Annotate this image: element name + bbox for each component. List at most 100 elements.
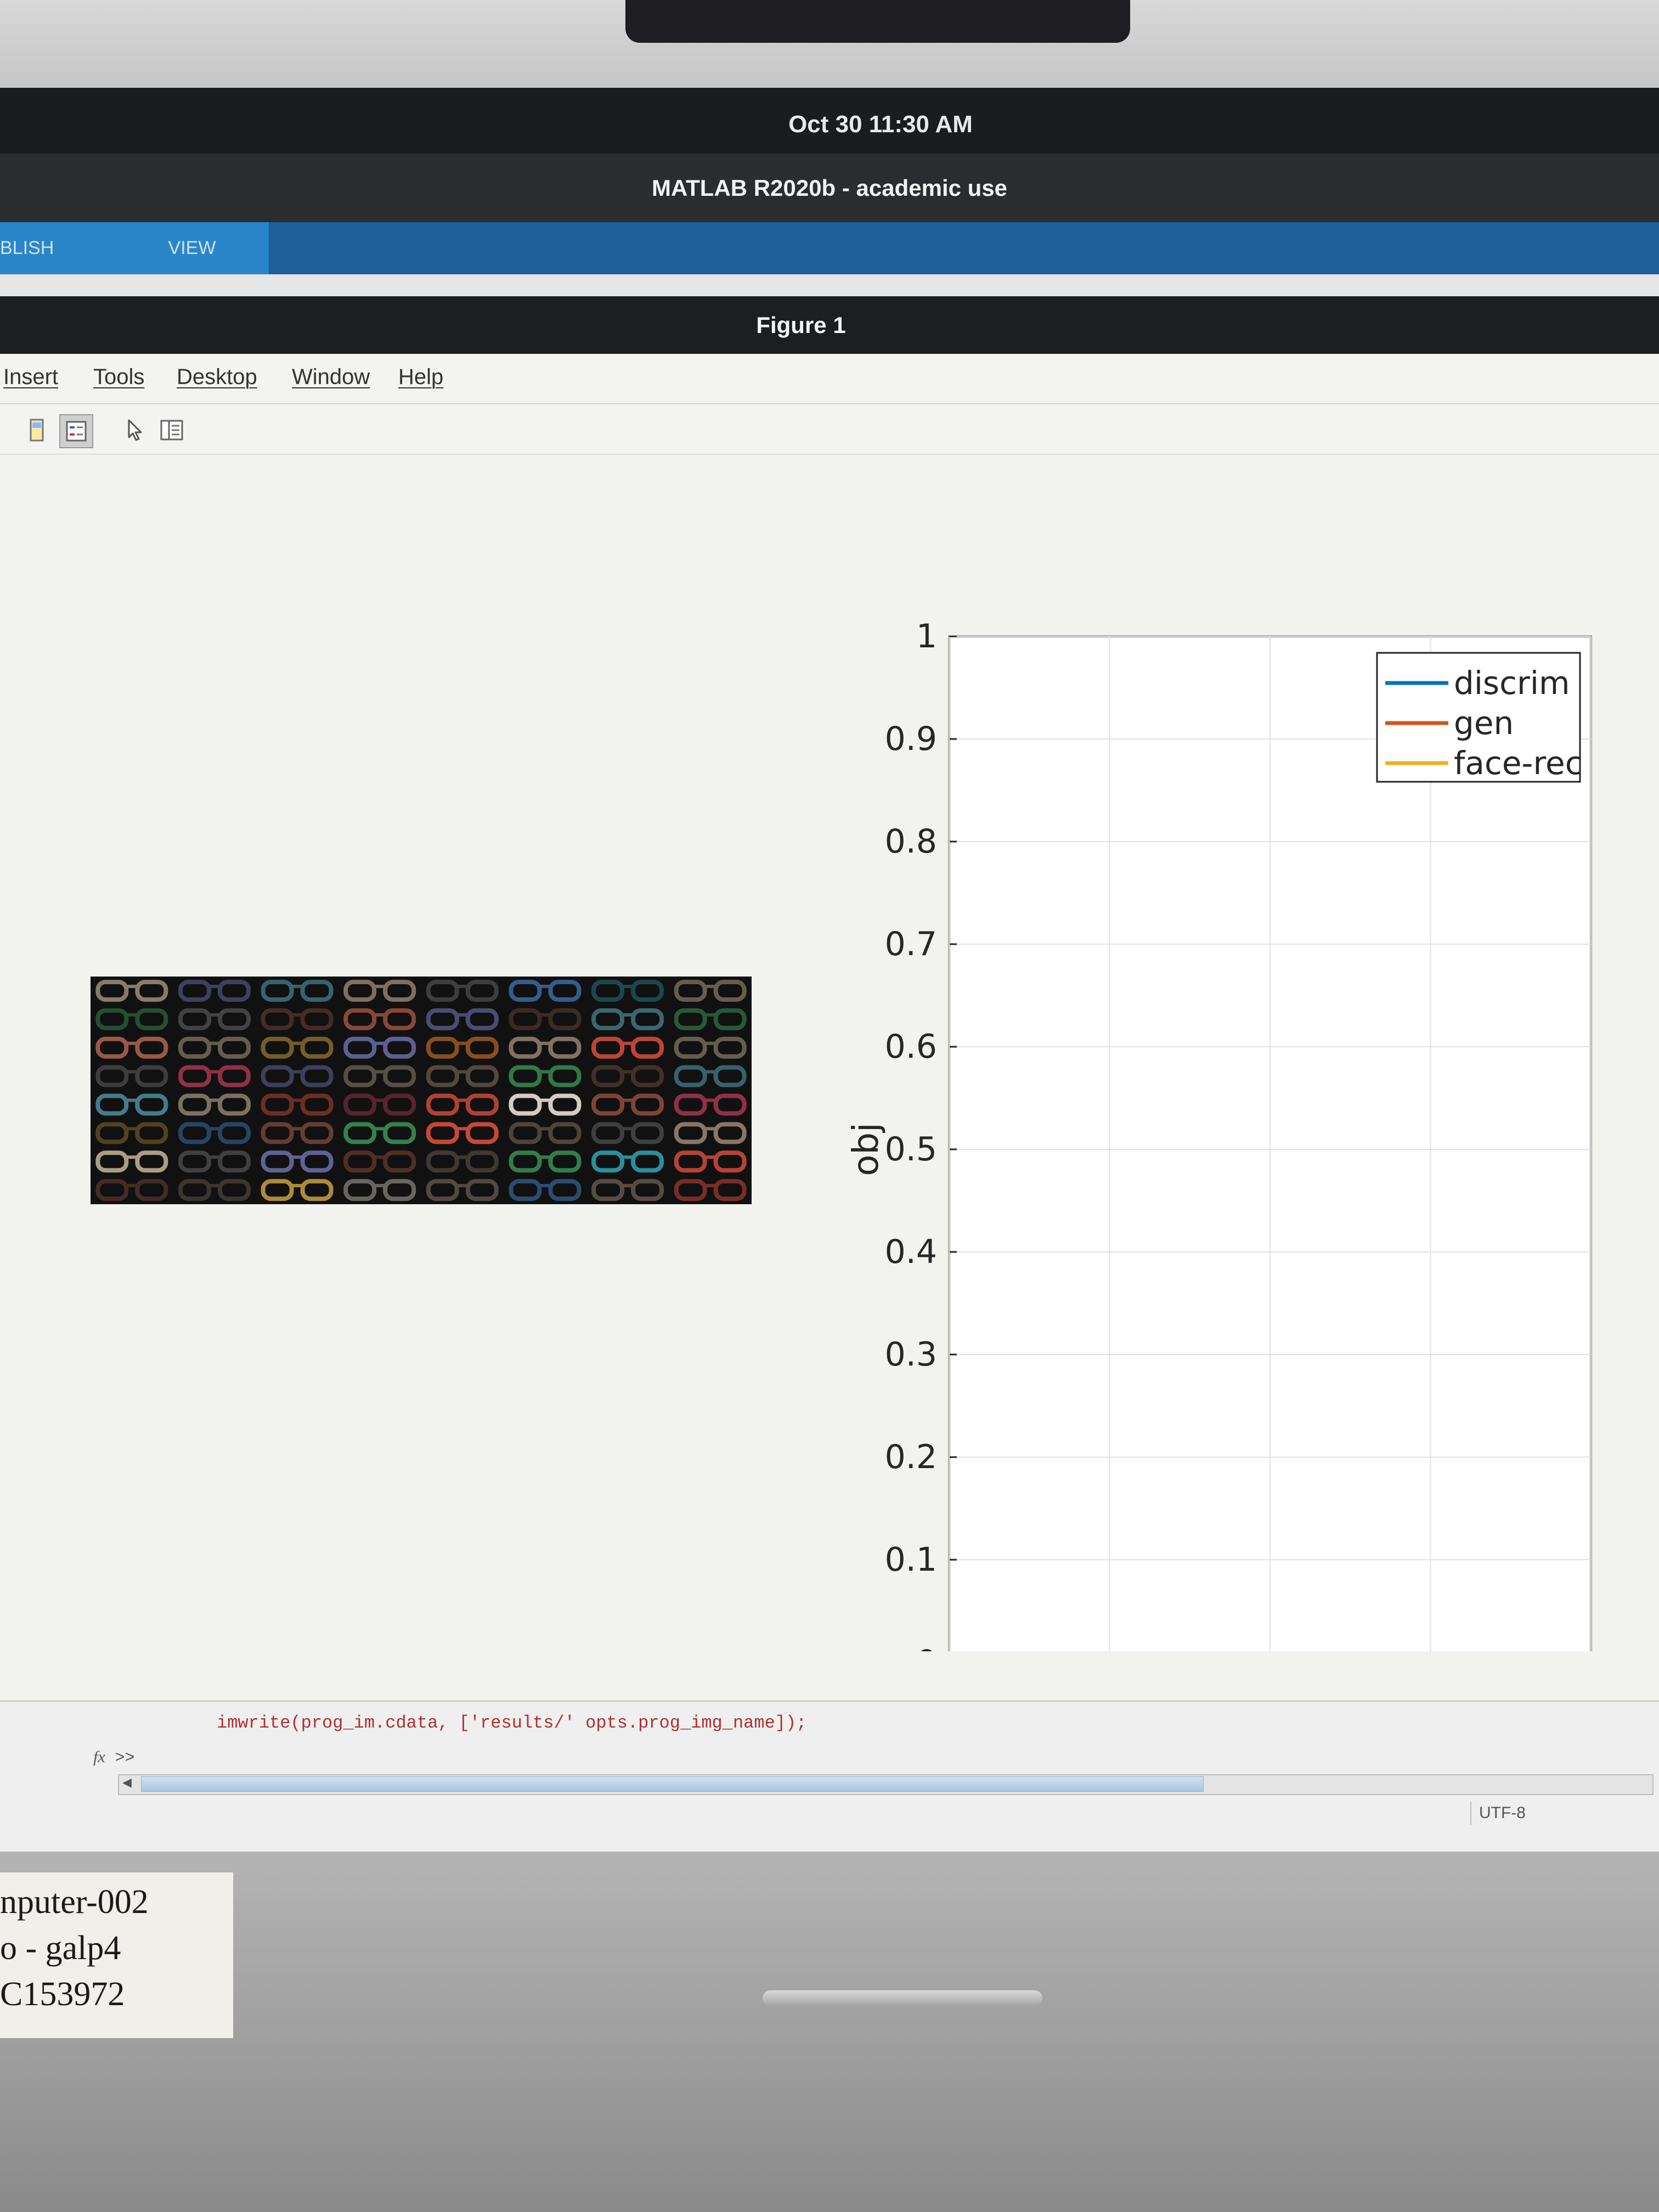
eyeglasses-frame (261, 1093, 334, 1116)
y-tick-label: 1 (916, 617, 937, 656)
menu-insert[interactable]: Insert (3, 365, 58, 390)
eyeglasses-frame (591, 1008, 664, 1030)
horizontal-scrollbar[interactable]: ◀ (118, 1774, 1654, 1795)
command-code-line: imwrite(prog_im.cdata, ['results/' opts.… (217, 1713, 807, 1733)
legend-label: gen (1454, 704, 1514, 742)
laptop-bezel-bottom (0, 1852, 1659, 2212)
eyeglasses-frame (343, 1065, 416, 1087)
command-prompt[interactable]: fx >> (93, 1748, 135, 1768)
eyeglasses-frame (95, 1008, 168, 1030)
eyeglasses-frame (95, 979, 168, 1002)
eyeglasses-frame (261, 1036, 334, 1059)
eyeglasses-frame (95, 1122, 168, 1144)
eyeglasses-frame (509, 1093, 582, 1116)
menu-help[interactable]: Help (398, 365, 443, 390)
y-tick-label: 0.6 (885, 1028, 937, 1066)
edit-plot-icon[interactable] (119, 414, 150, 446)
eyeglasses-frame (674, 1065, 747, 1087)
scroll-left-icon[interactable]: ◀ (122, 1775, 132, 1790)
app-title-bar: MATLAB R2020b - academic use (0, 154, 1659, 222)
eyeglasses-frame (509, 979, 582, 1002)
y-tick-label: 0.3 (885, 1335, 937, 1374)
eyeglasses-frame (178, 1036, 251, 1059)
eyeglasses-frame (591, 979, 664, 1002)
y-tick-label: 0.9 (885, 720, 937, 758)
figure-toolbar (0, 404, 1659, 455)
insert-legend-icon[interactable] (59, 414, 93, 448)
property-inspector-icon[interactable] (156, 414, 188, 446)
y-tick-label: 0.2 (885, 1438, 937, 1476)
screen: Oct 30 11:30 AM MATLAB R2020b - academic… (0, 88, 1659, 1852)
eyeglasses-frame (343, 1093, 416, 1116)
eyeglasses-frame (95, 1093, 168, 1116)
asset-tag-sticker: nputer-002 o - galp4 C153972 (0, 1872, 233, 2038)
eyeglasses-frame (426, 1008, 499, 1030)
y-tick-label: 0.7 (885, 925, 937, 963)
eyeglasses-frame (343, 1179, 416, 1201)
tab-publish[interactable]: BLISH (0, 222, 115, 274)
eyeglasses-frame (674, 1008, 747, 1030)
eyeglasses-frame (95, 1179, 168, 1201)
eyeglasses-frame (178, 1093, 251, 1116)
tab-view-label: VIEW (168, 238, 216, 258)
figure-menu-bar: Insert Tools Desktop Window Help (0, 354, 1659, 404)
y-tick-label: 0.1 (885, 1541, 937, 1579)
legend-label: discrim (1454, 664, 1570, 702)
eyeglasses-frame (343, 1008, 416, 1030)
figure-title: Figure 1 (756, 312, 846, 338)
eyeglasses-frame (674, 1150, 747, 1173)
eyeglasses-frame (343, 1122, 416, 1144)
eyeglasses-frame (261, 979, 334, 1002)
loss-plot-axes[interactable]: 00.10.20.30.40.50.60.70.80.9100.511.52ep… (823, 609, 1629, 1651)
tab-view[interactable]: VIEW (115, 222, 269, 274)
insert-colorbar-icon[interactable] (21, 414, 53, 446)
scrollbar-thumb[interactable] (141, 1776, 1204, 1792)
menu-desktop[interactable]: Desktop (177, 365, 257, 390)
eyeglasses-frame (591, 1093, 664, 1116)
system-top-bar: Oct 30 11:30 AM (0, 88, 1659, 154)
ribbon-tab-strip: BLISH VIEW (0, 222, 1659, 274)
status-encoding: UTF-8 (1470, 1802, 1659, 1825)
eyeglasses-frame (261, 1150, 334, 1173)
y-tick-label: 0.5 (885, 1130, 937, 1169)
eyeglasses-frame (674, 1093, 747, 1116)
eyeglasses-frame (674, 979, 747, 1002)
eyeglasses-frame (95, 1150, 168, 1173)
eyeglasses-frame (261, 1179, 334, 1201)
eyeglasses-frame (509, 1036, 582, 1059)
eyeglasses-frame (426, 1122, 499, 1144)
eyeglasses-frame (509, 1065, 582, 1087)
command-window[interactable]: imwrite(prog_im.cdata, ['results/' opts.… (0, 1700, 1659, 1852)
eyeglasses-frame (178, 1008, 251, 1030)
prompt-symbol: >> (115, 1749, 135, 1768)
ribbon-content-edge (0, 274, 1659, 296)
eyeglasses-mosaic (95, 979, 747, 1201)
eyeglasses-frame (591, 1122, 664, 1144)
eyeglasses-frame (261, 1008, 334, 1030)
eyeglasses-frame (591, 1150, 664, 1173)
laptop-bezel-top (0, 0, 1659, 96)
tab-publish-label: BLISH (0, 238, 54, 258)
eyeglasses-frame (509, 1179, 582, 1201)
app-title: MATLAB R2020b - academic use (651, 175, 1008, 201)
eyeglasses-frame (509, 1008, 582, 1030)
y-axis-label: obj (846, 1122, 887, 1176)
camera-notch (625, 0, 1130, 43)
menu-window[interactable]: Window (292, 365, 370, 390)
eyeglasses-frame (95, 1036, 168, 1059)
y-tick-label: 0 (916, 1643, 937, 1651)
clock[interactable]: Oct 30 11:30 AM (0, 111, 1659, 138)
eyeglasses-frame (261, 1065, 334, 1087)
eyeglasses-frame (426, 1150, 499, 1173)
laptop-hinge (763, 1990, 1042, 2006)
eyeglasses-frame (426, 979, 499, 1002)
sticker-line-3: C153972 (0, 1976, 125, 2013)
menu-tools[interactable]: Tools (93, 365, 144, 390)
eyeglasses-frame (426, 1093, 499, 1116)
y-tick-label: 0.4 (885, 1233, 937, 1271)
eyeglasses-frame (95, 1065, 168, 1087)
eyeglasses-frame (591, 1065, 664, 1087)
eyeglasses-frame (261, 1122, 334, 1144)
eyeglasses-frame (674, 1179, 747, 1201)
eyeglasses-frame (178, 1065, 251, 1087)
